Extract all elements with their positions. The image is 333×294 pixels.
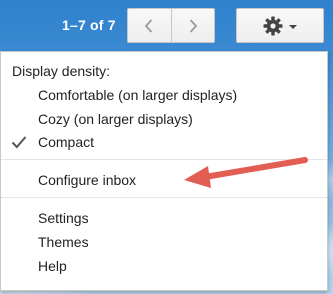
settings-gear-button[interactable]	[236, 8, 324, 43]
chevron-right-icon	[189, 18, 197, 33]
toolbar: 1–7 of 7	[0, 0, 333, 52]
menu-item-label: Comfortable (on larger displays)	[38, 87, 238, 103]
density-compact-option[interactable]: Compact	[1, 130, 327, 154]
density-cozy-option[interactable]: Cozy (on larger displays)	[1, 107, 327, 131]
menu-divider	[1, 197, 327, 198]
themes-item[interactable]: Themes	[1, 230, 327, 254]
menu-divider	[1, 159, 327, 160]
menu-item-label: Themes	[38, 234, 89, 250]
menu-item-label: Settings	[38, 210, 89, 226]
pager-navigation	[127, 8, 215, 43]
caret-down-icon	[289, 24, 297, 29]
older-button[interactable]	[170, 9, 215, 42]
gear-icon	[263, 16, 283, 35]
pager-count: 1–7 of 7	[62, 17, 116, 33]
checkmark-icon	[9, 130, 29, 154]
settings-dropdown-menu: Display density: Comfortable (on larger …	[0, 51, 328, 291]
display-density-label: Display density:	[12, 63, 111, 79]
newer-button[interactable]	[128, 9, 171, 42]
menu-item-label: Cozy (on larger displays)	[38, 111, 193, 127]
help-item[interactable]: Help	[1, 254, 327, 278]
menu-item-label: Configure inbox	[38, 172, 137, 188]
configure-inbox-item[interactable]: Configure inbox	[1, 168, 327, 192]
menu-item-label: Compact	[38, 134, 95, 150]
density-comfortable-option[interactable]: Comfortable (on larger displays)	[1, 83, 327, 107]
menu-item-label: Help	[38, 258, 67, 274]
settings-item[interactable]: Settings	[1, 206, 327, 230]
chevron-left-icon	[145, 18, 153, 33]
